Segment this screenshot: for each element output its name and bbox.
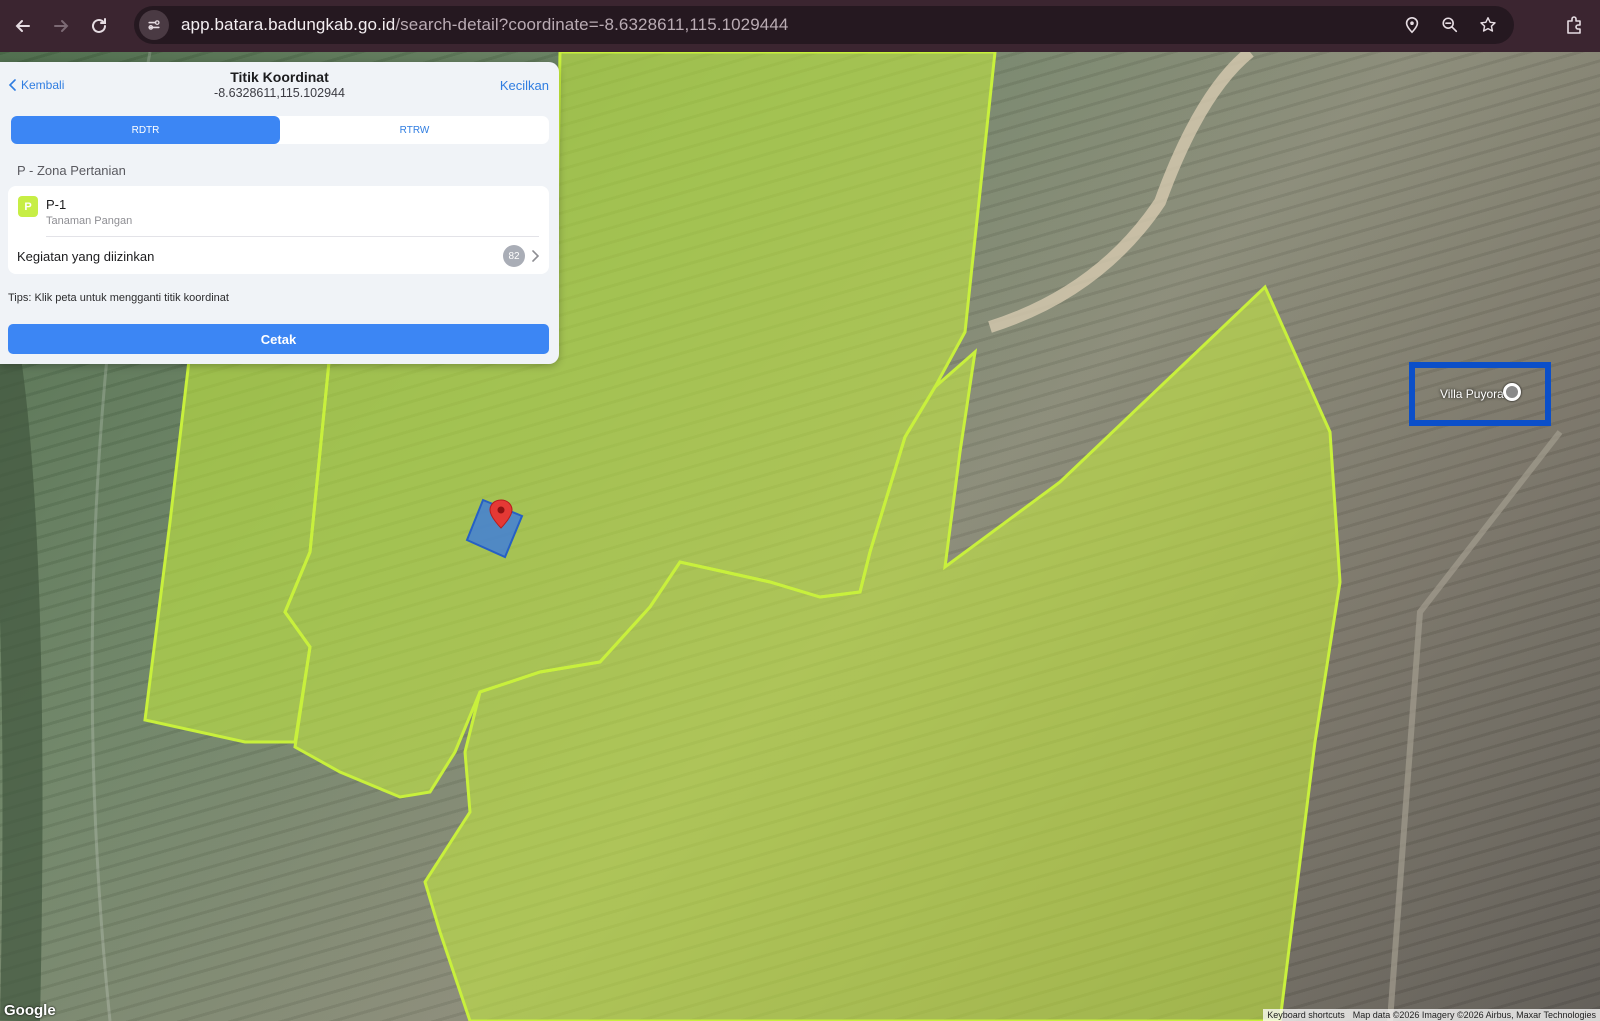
coordinate-info-panel: Kembali Titik Koordinat -8.6328611,115.1… (0, 62, 559, 364)
zone-badge: P (18, 196, 38, 217)
minimize-button[interactable]: Kecilkan (500, 78, 549, 93)
url-text[interactable]: app.batara.badungkab.go.id/search-detail… (181, 15, 788, 35)
place-pin-icon[interactable] (1503, 383, 1521, 401)
activities-count-badge: 82 (503, 245, 525, 267)
tips-text: Tips: Klik peta untuk mengganti titik ko… (8, 292, 229, 304)
print-button[interactable]: Cetak (8, 324, 549, 354)
plan-type-tabs: RDTR RTRW (11, 116, 549, 144)
zone-code: P-1 (46, 197, 67, 212)
tab-rtrw[interactable]: RTRW (280, 116, 549, 144)
extensions-puzzle-icon[interactable] (1560, 11, 1588, 39)
map-data-text: Map data ©2026 Imagery ©2026 Airbus, Max… (1352, 1010, 1596, 1020)
zoom-icon[interactable] (1436, 10, 1464, 40)
panel-title: Titik Koordinat (230, 69, 329, 85)
panel-header: Kembali Titik Koordinat -8.6328611,115.1… (0, 62, 559, 110)
chevron-right-icon (531, 250, 539, 262)
address-bar[interactable]: app.batara.badungkab.go.id/search-detail… (134, 6, 1514, 44)
zone-section-label: P - Zona Pertanian (17, 163, 126, 178)
url-path: /search-detail?coordinate=-8.6328611,115… (395, 15, 789, 34)
coordinate-text: -8.6328611,115.102944 (214, 86, 345, 100)
forward-arrow-icon[interactable] (46, 11, 76, 41)
allowed-activities-row[interactable]: Kegiatan yang diizinkan 82 (17, 238, 539, 274)
bookmark-star-icon[interactable] (1474, 10, 1502, 40)
url-host: app.batara.badungkab.go.id (181, 15, 396, 34)
google-logo: Google (4, 1002, 56, 1019)
site-settings-icon[interactable] (139, 10, 169, 40)
tab-rdtr[interactable]: RDTR (11, 116, 280, 144)
divider (46, 236, 539, 237)
zone-card: P P-1 Tanaman Pangan Kegiatan yang diizi… (8, 186, 549, 274)
back-arrow-icon[interactable] (8, 11, 38, 41)
allowed-activities-label: Kegiatan yang diizinkan (17, 248, 155, 264)
reload-icon[interactable] (84, 11, 114, 41)
zone-polygon (143, 350, 332, 744)
zone-description: Tanaman Pangan (46, 215, 133, 227)
place-label[interactable]: Villa Puyora (1440, 387, 1504, 401)
location-icon[interactable] (1398, 10, 1426, 40)
map-attribution: Keyboard shortcuts Map data ©2026 Imager… (1263, 1009, 1600, 1021)
keyboard-shortcuts-link[interactable]: Keyboard shortcuts (1267, 1010, 1345, 1020)
browser-toolbar: app.batara.badungkab.go.id/search-detail… (0, 0, 1600, 52)
